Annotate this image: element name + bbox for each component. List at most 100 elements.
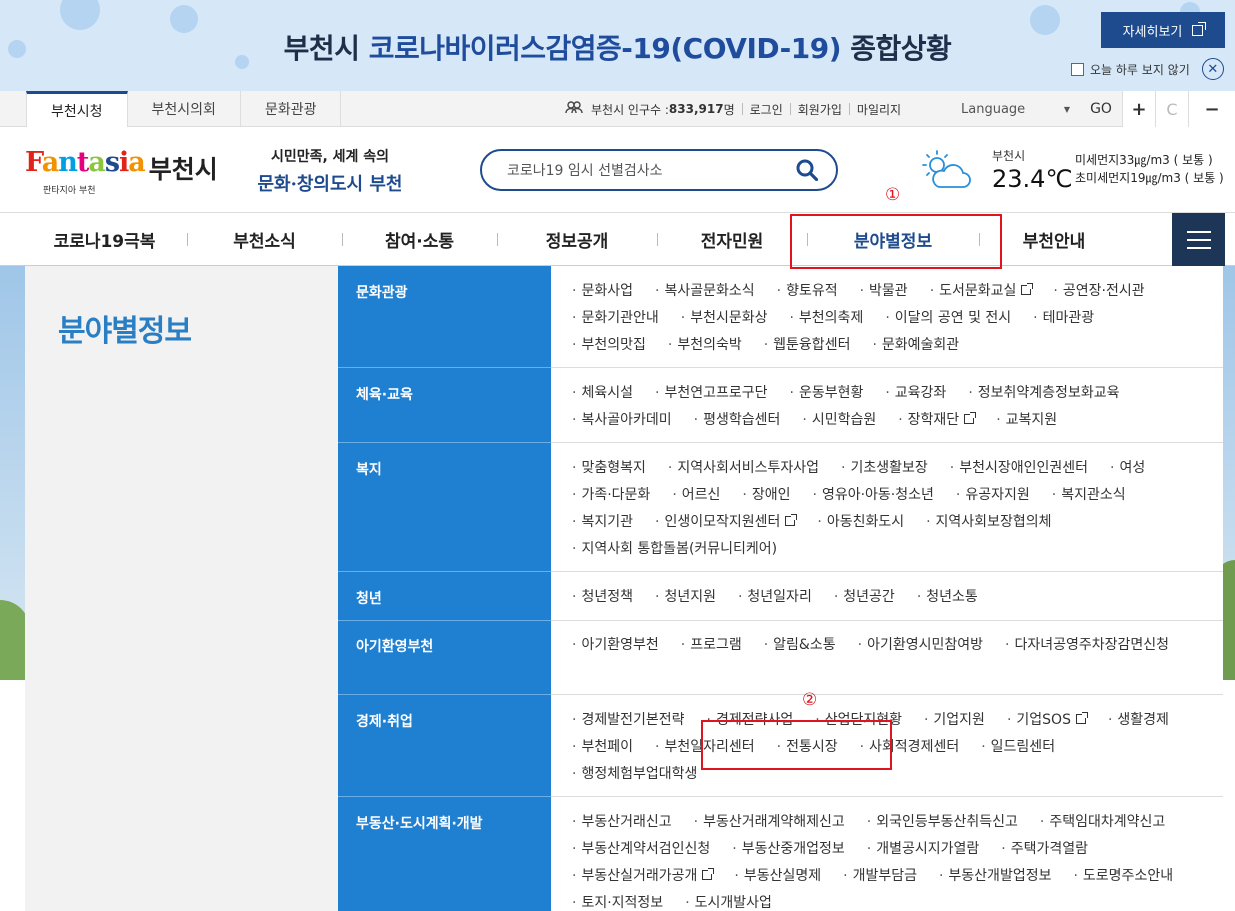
menu-link[interactable]: 지역사회서비스투자사업	[668, 459, 819, 478]
menu-link[interactable]: 아동친화도시	[817, 513, 904, 532]
category-welfare[interactable]: 복지	[356, 459, 382, 479]
menu-link[interactable]: 아기환영시민참여방	[858, 636, 983, 655]
menu-link[interactable]: 외국인등부동산취득신고	[867, 813, 1018, 832]
menu-link[interactable]: 부동산중개업정보	[732, 840, 845, 859]
menu-link[interactable]: 부동산거래계약해제신고	[694, 813, 845, 832]
menu-link[interactable]: 여성	[1110, 459, 1145, 478]
menu-link[interactable]: 복지관소식	[1052, 486, 1125, 505]
menu-link[interactable]: 맞춤형복지	[572, 459, 645, 478]
menu-link[interactable]: 지역사회 통합돌봄(커뮤니티케어)	[572, 540, 777, 559]
site-tab-city-hall[interactable]: 부천시청	[26, 91, 128, 127]
menu-link[interactable]: 부천의축제	[789, 309, 863, 328]
menu-link[interactable]: 개발부담금	[843, 867, 917, 886]
signup-link[interactable]: 회원가입	[798, 101, 842, 118]
gnb-item-e-civil[interactable]: 전자민원	[657, 213, 807, 266]
close-icon[interactable]: ✕	[1201, 58, 1224, 80]
menu-link[interactable]: 부천시문화상	[681, 309, 767, 328]
category-youth[interactable]: 청년	[356, 588, 382, 608]
menu-link-external[interactable]: 도서문화교실	[930, 282, 1034, 301]
menu-link[interactable]: 일드림센터	[981, 738, 1055, 757]
menu-link[interactable]: 문화기관안내	[572, 309, 658, 328]
menu-link[interactable]: 프로그램	[681, 636, 742, 655]
menu-link[interactable]: 청년소통	[917, 588, 978, 607]
menu-link[interactable]: 기업지원	[924, 711, 985, 730]
hamburger-menu-button[interactable]	[1172, 213, 1225, 266]
menu-link[interactable]: 다자녀공영주차장감면신청	[1005, 636, 1169, 655]
menu-link[interactable]: 공연장·전시관	[1053, 282, 1145, 301]
menu-link[interactable]: 지역사회보장협의체	[926, 513, 1052, 532]
category-realestate[interactable]: 부동산·도시계획·개발	[356, 813, 483, 833]
menu-link[interactable]: 교육강좌	[885, 384, 947, 403]
menu-link[interactable]: 청년정책	[572, 588, 633, 607]
menu-link[interactable]: 부동산실명제	[734, 867, 821, 886]
menu-link[interactable]: 청년지원	[655, 588, 716, 607]
mileage-link[interactable]: 마일리지	[857, 101, 901, 118]
category-economy-jobs[interactable]: 경제·취업	[356, 711, 413, 731]
menu-link[interactable]: 가족·다문화	[572, 486, 650, 505]
menu-link[interactable]: 부천연고프로구단	[655, 384, 767, 403]
search-icon[interactable]	[796, 159, 818, 181]
menu-link-external[interactable]: 장학재단	[898, 411, 977, 430]
hide-today-label[interactable]: 오늘 하루 보지 않기	[1090, 61, 1190, 78]
menu-link[interactable]: 이달의 공연 및 전시	[885, 309, 1011, 328]
menu-link[interactable]: 운동부현황	[789, 384, 863, 403]
menu-link[interactable]: 부천시장애인인권센터	[950, 459, 1088, 478]
menu-link[interactable]: 아기환영부천	[572, 636, 658, 655]
hide-today-checkbox[interactable]	[1071, 62, 1084, 76]
menu-link[interactable]: 생활경제	[1108, 711, 1169, 730]
menu-link[interactable]: 주택임대차계약신고	[1040, 813, 1165, 832]
category-baby-welcome[interactable]: 아기환영부천	[356, 636, 433, 656]
menu-link-external[interactable]: 기업SOS	[1007, 711, 1088, 730]
menu-link[interactable]: 정보취약계층정보화교육	[968, 384, 1120, 403]
menu-link[interactable]: 청년일자리	[738, 588, 811, 607]
menu-link[interactable]: 유공자지원	[956, 486, 1029, 505]
menu-link[interactable]: 교복지원	[996, 411, 1058, 430]
menu-link[interactable]: 테마관광	[1033, 309, 1095, 328]
menu-link[interactable]: 기초생활보장	[841, 459, 927, 478]
gnb-item-participation[interactable]: 참여·소통	[342, 213, 497, 266]
menu-link[interactable]: 장애인	[742, 486, 791, 505]
menu-link[interactable]: 개별공시지가열람	[867, 840, 979, 859]
site-tab-culture[interactable]: 문화관광	[241, 91, 342, 127]
menu-link[interactable]: 청년공간	[834, 588, 895, 607]
menu-link[interactable]: 향토유적	[777, 282, 838, 301]
menu-link[interactable]: 주택가격열람	[1001, 840, 1088, 859]
menu-link[interactable]: 문화사업	[572, 282, 633, 301]
menu-link[interactable]: 알림&소통	[764, 636, 835, 655]
covid-banner-title[interactable]: 부천시 코로나바이러스감염증-19(COVID-19) 종합상황	[0, 27, 1235, 67]
login-link[interactable]: 로그인	[750, 101, 783, 118]
menu-link[interactable]: 복사골아카데미	[572, 411, 671, 430]
category-sports-education[interactable]: 체육·교육	[356, 384, 413, 404]
gnb-item-news[interactable]: 부천소식	[187, 213, 342, 266]
menu-link[interactable]: 부동산거래신고	[572, 813, 671, 832]
menu-link[interactable]: 도시개발사업	[685, 894, 772, 911]
menu-link-external[interactable]: 부동산실거래가공개	[572, 867, 715, 886]
go-button[interactable]: GO	[1080, 91, 1122, 127]
menu-link[interactable]: 토지·지적정보	[572, 894, 663, 911]
detail-button[interactable]: 자세히보기	[1101, 12, 1225, 48]
menu-link[interactable]: 도로명주소안내	[1073, 867, 1173, 886]
zoom-reset-button[interactable]: C	[1155, 91, 1188, 127]
menu-link[interactable]: 평생학습센터	[694, 411, 780, 430]
menu-link[interactable]: 부천의맛집	[572, 336, 645, 355]
site-logo[interactable]: Fantasia 부천시 판타지아 부천	[25, 147, 218, 196]
menu-link[interactable]: 행정체험부업대학생	[572, 765, 697, 784]
category-culture-tourism[interactable]: 문화관광	[356, 282, 408, 302]
menu-link[interactable]: 부천페이	[572, 738, 633, 757]
menu-link[interactable]: 부동산계약서검인신청	[572, 840, 710, 859]
menu-link[interactable]: 시민학습원	[802, 411, 876, 430]
menu-link[interactable]: 경제발전기본전략	[572, 711, 684, 730]
menu-link[interactable]: 어르신	[672, 486, 721, 505]
gnb-item-covid19[interactable]: 코로나19극복	[22, 213, 187, 266]
menu-link[interactable]: 부동산개발업정보	[939, 867, 1051, 886]
menu-link[interactable]: 웹툰융합센터	[764, 336, 850, 355]
search-input[interactable]: 코로나19 임시 선별검사소	[480, 149, 838, 191]
zoom-in-button[interactable]: +	[1122, 91, 1155, 127]
menu-link[interactable]: 체육시설	[572, 384, 633, 403]
menu-link[interactable]: 문화예술회관	[872, 336, 959, 355]
menu-link[interactable]: 복사골문화소식	[655, 282, 754, 301]
site-tab-council[interactable]: 부천시의회	[128, 91, 241, 127]
menu-link[interactable]: 부천의숙박	[668, 336, 741, 355]
menu-link[interactable]: 영유아·아동·청소년	[813, 486, 934, 505]
menu-link-external[interactable]: 인생이모작지원센터	[655, 513, 798, 532]
